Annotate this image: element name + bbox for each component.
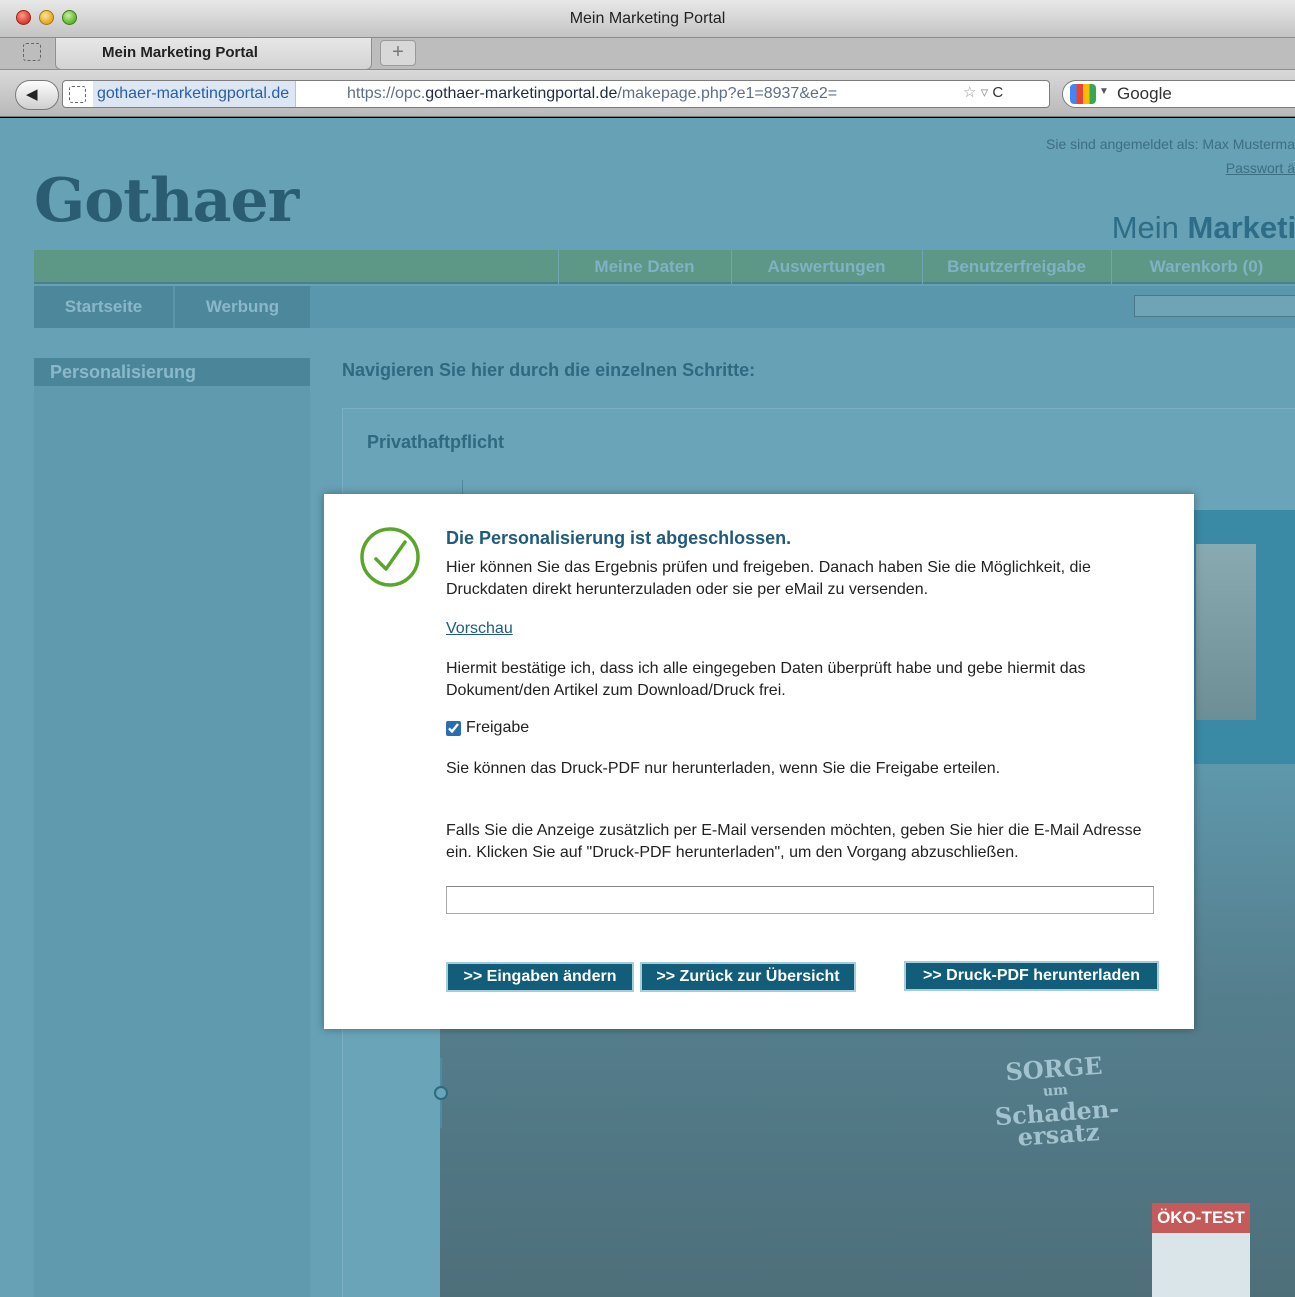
address-bar[interactable]: gothaer-marketingportal.de https://opc.g… — [62, 80, 1050, 108]
email-instructions: Falls Sie die Anzeige zusätzlich per E-M… — [446, 822, 1142, 861]
sidebar-item-personalisierung[interactable]: Personalisierung — [34, 358, 310, 386]
url-path: /makepage.php?e1=8937&e2= — [617, 85, 838, 102]
portal-title-bold: Marketin — [1187, 210, 1295, 245]
release-row[interactable]: Freigabe — [446, 719, 529, 737]
search-engine-dropdown-icon[interactable]: ▼ — [1099, 86, 1109, 97]
dialog-heading: Die Personalisierung ist abgeschlossen. — [446, 528, 792, 548]
bookmark-star-icon[interactable]: ☆ — [963, 84, 976, 101]
download-pdf-button[interactable]: >> Druck-PDF herunterladen — [904, 961, 1159, 991]
preview-link[interactable]: Vorschau — [446, 620, 513, 638]
browser-window: Mein Marketing Portal Mein Marketing Por… — [0, 0, 1295, 1297]
title-bar: Mein Marketing Portal — [0, 0, 1295, 38]
url-host: gothaer-marketingportal.de — [425, 85, 618, 102]
site-search-input[interactable] — [1134, 295, 1295, 317]
mainnav-werbung[interactable]: Werbung — [175, 286, 310, 328]
mainnav-startseite[interactable]: Startseite — [34, 286, 173, 328]
search-placeholder: Google — [1117, 84, 1172, 103]
site-icon — [69, 86, 86, 103]
tab-bar: Mein Marketing Portal + — [0, 38, 1295, 70]
pdf-note: Sie können das Druck-PDF nur herunterlad… — [446, 760, 1001, 777]
topnav-benutzerfreigabe[interactable]: Benutzerfreigabe — [922, 250, 1110, 284]
top-navigation: Meine Daten Auswertungen Benutzerfreigab… — [34, 250, 1295, 284]
oeko-test-title: ÖKO-TEST — [1152, 1203, 1250, 1233]
window-title: Mein Marketing Portal — [569, 10, 726, 27]
agent-portrait-image — [1196, 544, 1256, 720]
shirt-slogan: SORGE um Schaden-ersatz — [991, 1051, 1121, 1152]
tab-overview-icon[interactable] — [23, 43, 41, 61]
dialog-intro-text: Hier können Sie das Ergebnis prüfen und … — [446, 559, 1091, 598]
oeko-test-badge: ÖKO-TEST — [1152, 1203, 1250, 1297]
portal-title-prefix: Mein — [1111, 210, 1179, 245]
navigation-bar: ◀ gothaer-marketingportal.de https://opc… — [0, 70, 1295, 117]
tab-mein-marketing-portal[interactable]: Mein Marketing Portal — [55, 38, 372, 70]
site-identity-domain[interactable]: gothaer-marketingportal.de — [93, 81, 297, 107]
gothaer-logo: Gothaer — [34, 166, 299, 236]
change-password-link[interactable]: Passwort ä — [1226, 160, 1295, 176]
back-to-overview-button[interactable]: >> Zurück zur Übersicht — [640, 962, 856, 992]
portal-title: Mein Marketin — [1112, 210, 1295, 246]
confirmation-text: Hiermit bestätige ich, dass ich alle ein… — [446, 660, 1086, 699]
topnav-warenkorb[interactable]: Warenkorb (0) — [1111, 250, 1295, 284]
email-input[interactable] — [446, 886, 1154, 914]
google-search-engine-icon[interactable] — [1070, 84, 1096, 104]
topnav-meine-daten[interactable]: Meine Daten — [558, 250, 730, 284]
release-checkbox[interactable] — [446, 720, 461, 736]
login-info: Sie sind angemeldet als: Max Musterma — [1046, 136, 1295, 152]
product-title: Privathaftpflicht — [367, 432, 505, 452]
history-dropdown-icon[interactable]: ▿ — [981, 84, 989, 101]
edit-input-button[interactable]: >> Eingaben ändern — [446, 962, 634, 992]
url-bar-icons: ☆ ▿ C — [963, 83, 1003, 101]
sidebar: Personalisierung — [34, 358, 310, 1297]
main-navigation: Startseite Werbung — [34, 286, 1295, 328]
release-label[interactable]: Freigabe — [466, 719, 529, 737]
steps-heading: Navigieren Sie hier durch die einzelnen … — [342, 360, 756, 380]
personalization-complete-dialog: Die Personalisierung ist abgeschlossen. … — [324, 494, 1194, 1029]
search-bar[interactable]: ▼ Google — [1062, 80, 1295, 108]
reload-icon[interactable]: C — [992, 84, 1003, 101]
checkmark-circle-icon — [360, 527, 420, 587]
tab-label: Mein Marketing Portal — [102, 44, 258, 61]
new-tab-button[interactable]: + — [380, 40, 416, 66]
topnav-auswertungen[interactable]: Auswertungen — [731, 250, 921, 284]
url-text[interactable]: https://opc.gothaer-marketingportal.de/m… — [347, 81, 837, 107]
url-prefix: https://opc. — [347, 85, 426, 102]
back-button[interactable]: ◀ — [15, 80, 59, 110]
crosshair-icon[interactable] — [434, 1086, 448, 1100]
